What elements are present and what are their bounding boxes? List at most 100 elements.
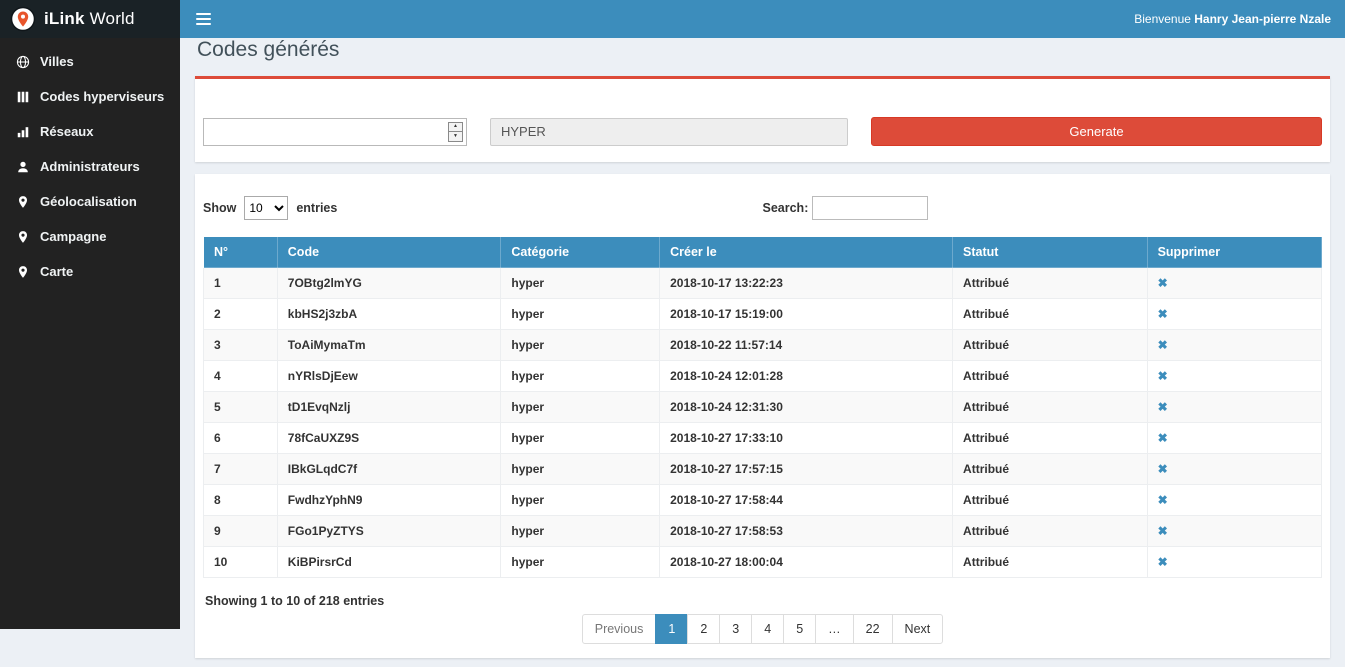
delete-icon[interactable]: ✖ <box>1158 524 1168 538</box>
column-header-num[interactable]: N° <box>204 237 278 268</box>
code-count-input[interactable] <box>204 119 440 145</box>
search-input[interactable] <box>812 196 928 220</box>
brand[interactable]: iLink World <box>0 0 180 38</box>
sidebar-item-campagne[interactable]: Campagne <box>0 219 180 254</box>
main-content: Codes générés ▲ ▼ Generate Show 10 entri… <box>180 38 1345 658</box>
cell-created: 2018-10-27 17:58:53 <box>660 516 953 547</box>
sidebar-item-label: Campagne <box>40 229 106 244</box>
table-row: 678fCaUXZ9Shyper2018-10-27 17:33:10Attri… <box>204 423 1322 454</box>
hamburger-icon[interactable] <box>194 9 213 29</box>
sidebar-item-carte[interactable]: Carte <box>0 254 180 289</box>
search-control: Search: <box>763 196 1323 220</box>
cell-delete: ✖ <box>1147 454 1321 485</box>
pagination: Previous12345…22Next <box>203 614 1322 644</box>
cell-delete: ✖ <box>1147 547 1321 578</box>
cell-created: 2018-10-22 11:57:14 <box>660 330 953 361</box>
table-body: 17OBtg2lmYGhyper2018-10-17 13:22:23Attri… <box>204 268 1322 578</box>
generate-form-row: ▲ ▼ Generate <box>203 117 1322 146</box>
table-row: 9FGo1PyZTYShyper2018-10-27 17:58:53Attri… <box>204 516 1322 547</box>
table-row: 4nYRlsDjEewhyper2018-10-24 12:01:28Attri… <box>204 361 1322 392</box>
cell-code: nYRlsDjEew <box>277 361 501 392</box>
column-header-status[interactable]: Statut <box>953 237 1148 268</box>
sidebar-item-label: Villes <box>40 54 74 69</box>
table-row: 3ToAiMymaTmhyper2018-10-22 11:57:14Attri… <box>204 330 1322 361</box>
page-button-3[interactable]: 3 <box>719 614 752 644</box>
column-header-category[interactable]: Catégorie <box>501 237 660 268</box>
cell-created: 2018-10-27 17:57:15 <box>660 454 953 485</box>
table-row: 2kbHS2j3zbAhyper2018-10-17 15:19:00Attri… <box>204 299 1322 330</box>
cell-category: hyper <box>501 454 660 485</box>
navbar-main: Bienvenue Hanry Jean-pierre Nzale <box>180 0 1345 38</box>
user-icon <box>15 159 30 174</box>
cell-num: 3 <box>204 330 278 361</box>
page-button-4[interactable]: 4 <box>751 614 784 644</box>
sidebar: Villes Codes hyperviseurs Réseaux Admini… <box>0 38 180 629</box>
cell-code: KiBPirsrCd <box>277 547 501 578</box>
cell-delete: ✖ <box>1147 268 1321 299</box>
page-button-22[interactable]: 22 <box>853 614 893 644</box>
page-button-2[interactable]: 2 <box>687 614 720 644</box>
sidebar-item-codes-hyperviseurs[interactable]: Codes hyperviseurs <box>0 79 180 114</box>
delete-icon[interactable]: ✖ <box>1158 369 1168 383</box>
delete-icon[interactable]: ✖ <box>1158 493 1168 507</box>
column-header-delete[interactable]: Supprimer <box>1147 237 1321 268</box>
column-header-created[interactable]: Créer le <box>660 237 953 268</box>
delete-icon[interactable]: ✖ <box>1158 276 1168 290</box>
app-logo-icon <box>10 6 36 32</box>
cell-code: 78fCaUXZ9S <box>277 423 501 454</box>
cell-status: Attribué <box>953 547 1148 578</box>
sidebar-item-geolocalisation[interactable]: Géolocalisation <box>0 184 180 219</box>
globe-icon <box>15 54 30 69</box>
delete-icon[interactable]: ✖ <box>1158 307 1168 321</box>
cell-num: 5 <box>204 392 278 423</box>
sidebar-item-administrateurs[interactable]: Administrateurs <box>0 149 180 184</box>
generate-button[interactable]: Generate <box>871 117 1322 146</box>
page-length-select[interactable]: 10 <box>244 196 288 220</box>
brand-title: iLink World <box>44 9 135 29</box>
delete-icon[interactable]: ✖ <box>1158 338 1168 352</box>
table-info: Showing 1 to 10 of 218 entries <box>205 594 1320 608</box>
cell-delete: ✖ <box>1147 485 1321 516</box>
page-title: Codes générés <box>197 38 1328 62</box>
page-button-previous[interactable]: Previous <box>582 614 657 644</box>
column-header-code[interactable]: Code <box>277 237 501 268</box>
code-count-stepper[interactable]: ▲ ▼ <box>203 118 467 146</box>
category-field[interactable] <box>490 118 848 146</box>
delete-icon[interactable]: ✖ <box>1158 462 1168 476</box>
sidebar-item-reseaux[interactable]: Réseaux <box>0 114 180 149</box>
cell-created: 2018-10-24 12:31:30 <box>660 392 953 423</box>
page-button-ellipsis[interactable]: … <box>815 614 854 644</box>
cell-created: 2018-10-27 17:33:10 <box>660 423 953 454</box>
cell-status: Attribué <box>953 361 1148 392</box>
page-button-1[interactable]: 1 <box>655 614 688 644</box>
cell-status: Attribué <box>953 516 1148 547</box>
cell-category: hyper <box>501 423 660 454</box>
sidebar-item-label: Administrateurs <box>40 159 140 174</box>
stepper-arrows: ▲ ▼ <box>448 122 463 142</box>
stepper-down-icon[interactable]: ▼ <box>449 131 462 141</box>
cell-category: hyper <box>501 485 660 516</box>
table-header-row: N° Code Catégorie Créer le Statut Suppri… <box>204 237 1322 268</box>
page-button-5[interactable]: 5 <box>783 614 816 644</box>
user-name[interactable]: Hanry Jean-pierre Nzale <box>1194 12 1331 26</box>
page-button-next[interactable]: Next <box>892 614 944 644</box>
brand-title-bold: iLink <box>44 9 85 28</box>
codes-table-panel: Show 10 entries Search: N° Code Catégori… <box>195 174 1330 658</box>
sidebar-item-villes[interactable]: Villes <box>0 44 180 79</box>
delete-icon[interactable]: ✖ <box>1158 400 1168 414</box>
signal-icon <box>15 124 30 139</box>
stepper-up-icon[interactable]: ▲ <box>449 123 462 132</box>
cell-delete: ✖ <box>1147 361 1321 392</box>
cell-num: 9 <box>204 516 278 547</box>
cell-num: 6 <box>204 423 278 454</box>
delete-icon[interactable]: ✖ <box>1158 555 1168 569</box>
delete-icon[interactable]: ✖ <box>1158 431 1168 445</box>
sidebar-item-label: Carte <box>40 264 73 279</box>
cell-status: Attribué <box>953 485 1148 516</box>
cell-status: Attribué <box>953 392 1148 423</box>
table-controls: Show 10 entries Search: <box>203 196 1322 220</box>
welcome-text: Bienvenue Hanry Jean-pierre Nzale <box>1134 12 1331 26</box>
cell-delete: ✖ <box>1147 423 1321 454</box>
cell-num: 8 <box>204 485 278 516</box>
cell-status: Attribué <box>953 454 1148 485</box>
